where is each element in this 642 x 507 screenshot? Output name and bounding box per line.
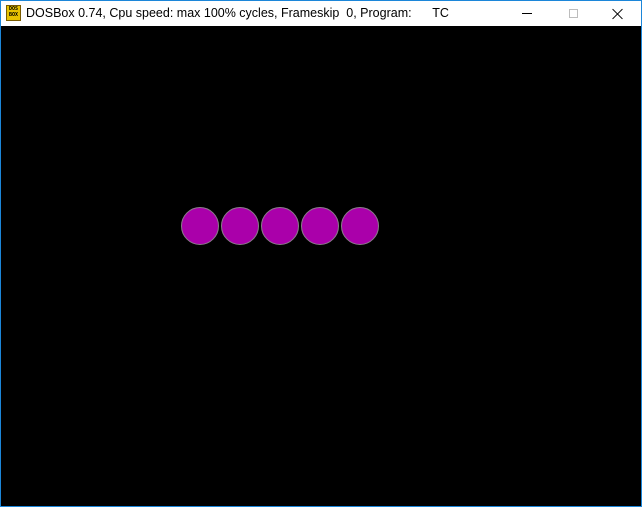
- snake-segment: [261, 207, 299, 245]
- minimize-icon: [522, 13, 532, 14]
- dosbox-icon[interactable]: DOS BOX: [6, 5, 21, 21]
- maximize-icon: [568, 9, 578, 18]
- window-title: DOSBox 0.74, Cpu speed: max 100% cycles,…: [26, 6, 449, 20]
- dos-screen[interactable]: [1, 26, 641, 506]
- close-button[interactable]: [595, 1, 641, 26]
- maximize-button[interactable]: [550, 1, 596, 26]
- snake-segment: [181, 207, 219, 245]
- dosbox-window: DOS BOX DOSBox 0.74, Cpu speed: max 100%…: [0, 0, 642, 507]
- snake-segment: [221, 207, 259, 245]
- snake-segment: [301, 207, 339, 245]
- close-icon: [612, 8, 624, 20]
- icon-text-bottom: BOX: [8, 12, 19, 18]
- minimize-button[interactable]: [504, 1, 550, 26]
- snake-segment: [341, 207, 379, 245]
- title-bar[interactable]: DOS BOX DOSBox 0.74, Cpu speed: max 100%…: [1, 1, 641, 26]
